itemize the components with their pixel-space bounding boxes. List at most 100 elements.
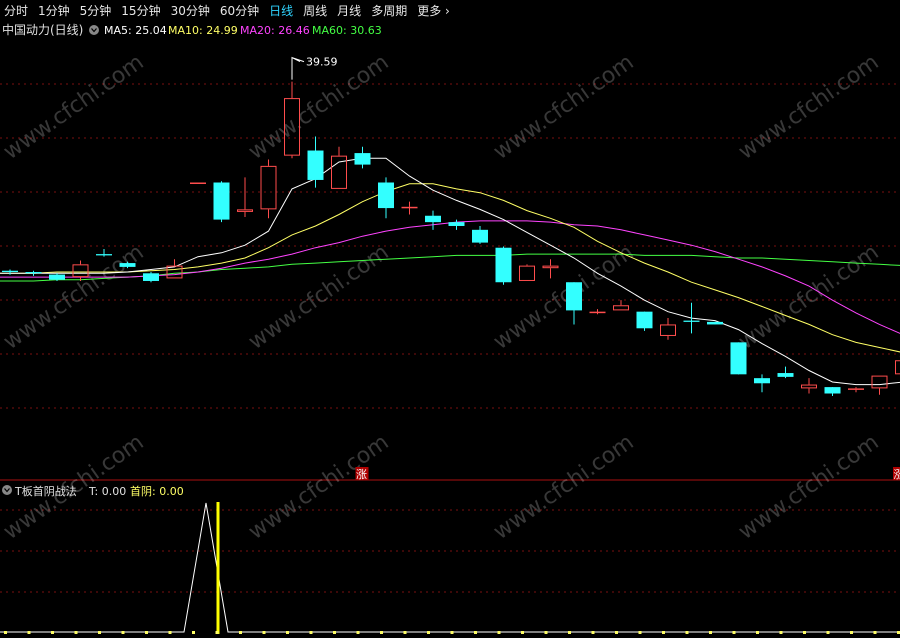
candle-38[interactable] (895, 356, 900, 375)
candle-13[interactable] (307, 136, 324, 188)
first-yin-dot-9 (215, 631, 219, 634)
candle-14[interactable] (331, 146, 347, 189)
first-yin-dot-10 (239, 631, 242, 634)
first-yin-dot-14 (333, 631, 336, 634)
first-yin-dot-28 (662, 631, 665, 634)
watermark-text-4: www.cfchi.com (0, 240, 149, 355)
first-yin-dot-31 (732, 631, 736, 634)
candle-25[interactable] (589, 309, 606, 315)
first-yin-dot-6 (145, 631, 148, 634)
candle-11[interactable] (260, 159, 277, 219)
candle-20[interactable] (472, 225, 488, 244)
first-yin-dot-25 (591, 631, 595, 634)
candle-35[interactable] (824, 387, 841, 397)
watermark-text-3: www.cfchi.com (734, 50, 883, 165)
candle-34[interactable] (801, 378, 817, 394)
kline-chart[interactable]: www.cfchi.com www.cfchi.com www.cfchi.com w… (0, 0, 900, 638)
candle-1[interactable] (25, 270, 42, 276)
high-price-annotation: 39.59 (291, 56, 338, 80)
limit-up-badge: 涨 (355, 467, 369, 481)
first-yin-dot-19 (450, 631, 454, 634)
first-yin-dot-30 (709, 631, 712, 634)
candle-29[interactable] (683, 302, 700, 334)
first-yin-signal-bar (216, 502, 220, 634)
first-yin-dot-34 (803, 631, 806, 634)
first-yin-dot-0 (4, 631, 7, 634)
candle-31[interactable] (730, 342, 747, 375)
limit-up-badge-right: 涨 (893, 467, 900, 481)
first-yin-dot-26 (615, 631, 618, 634)
candle-8[interactable] (190, 182, 206, 185)
candle-9[interactable] (213, 181, 230, 223)
first-yin-dot-35 (826, 631, 830, 634)
first-yin-dot-37 (873, 631, 877, 634)
candle-22[interactable] (519, 264, 535, 281)
candle-15[interactable] (354, 146, 371, 169)
first-yin-dot-29 (685, 631, 689, 634)
first-yin-dot-16 (380, 631, 383, 634)
candle-23[interactable] (542, 259, 559, 279)
candle-32[interactable] (754, 374, 770, 393)
ma-legend-1: MA10: 24.99 (168, 24, 238, 37)
first-yin-dot-24 (568, 631, 571, 634)
first-yin-dot-1 (27, 631, 31, 634)
circle-chevron-down-icon[interactable] (2, 485, 12, 495)
candle-33[interactable] (777, 366, 794, 379)
first-yin-dot-4 (98, 631, 101, 634)
candle-4[interactable] (96, 249, 112, 257)
candle-17[interactable] (401, 201, 418, 215)
first-yin-dot-8 (192, 631, 195, 634)
first-yin-dot-11 (262, 631, 266, 634)
first-yin-dot-3 (74, 631, 78, 634)
first-yin-dot-32 (756, 631, 759, 634)
candle-28[interactable] (660, 318, 676, 340)
ma-legend-3: MA60: 30.63 (312, 24, 382, 37)
first-yin-dot-20 (474, 631, 477, 634)
first-yin-dot-22 (521, 631, 524, 634)
indicator-t-value: T: 0.00 (88, 485, 126, 498)
instrument-title: 中国动力(日线) (2, 22, 83, 37)
candle-10[interactable] (237, 177, 253, 218)
candle-6[interactable] (143, 272, 159, 283)
circle-chevron-down-icon[interactable] (89, 25, 99, 35)
first-yin-dot-18 (427, 631, 430, 634)
candle-21[interactable] (495, 246, 512, 285)
ma-legend-0: MA5: 25.04 (104, 24, 167, 37)
watermark-text-0: www.cfchi.com (0, 50, 149, 165)
high-price-label: 39.59 (306, 56, 338, 69)
indicator-first-yin-value: 首阴: 0.00 (130, 484, 184, 498)
candle-24[interactable] (566, 282, 582, 325)
watermark-text-5: www.cfchi.com (244, 240, 393, 355)
main-legend: 中国动力(日线) MA5: 25.04 MA10: 24.99 MA20: 26.46… (2, 22, 382, 37)
watermark-text-10: www.cfchi.com (489, 430, 638, 545)
svg-text:涨: 涨 (356, 468, 367, 481)
first-yin-dot-15 (356, 631, 360, 634)
watermark-text-11: www.cfchi.com (734, 430, 883, 545)
first-yin-dot-5 (121, 631, 125, 634)
first-yin-dot-17 (403, 631, 407, 634)
watermark-text-2: www.cfchi.com (489, 50, 638, 165)
candle-30[interactable] (707, 321, 723, 325)
first-yin-dot-21 (497, 631, 501, 634)
first-yin-dot-23 (544, 631, 548, 634)
first-yin-dot-2 (51, 631, 54, 634)
candle-26[interactable] (613, 300, 629, 311)
watermark-text-7: www.cfchi.com (734, 240, 883, 355)
candle-36[interactable] (848, 387, 864, 393)
candle-37[interactable] (871, 375, 888, 395)
indicator-title: T板首阴战法 (14, 484, 77, 498)
first-yin-dot-36 (850, 631, 853, 634)
candle-0[interactable] (2, 269, 18, 275)
candle-27[interactable] (636, 311, 653, 331)
first-yin-dot-12 (286, 631, 289, 634)
ma-legend-2: MA20: 26.46 (240, 24, 310, 37)
watermark-layer: www.cfchi.com www.cfchi.com www.cfchi.com w… (0, 50, 884, 545)
watermark-text-6: www.cfchi.com (489, 240, 638, 355)
first-yin-dot-33 (779, 631, 783, 634)
first-yin-dot-7 (168, 631, 172, 634)
first-yin-dot-13 (309, 631, 313, 634)
svg-text:涨: 涨 (894, 468, 900, 481)
candle-18[interactable] (425, 210, 441, 230)
candle-19[interactable] (448, 219, 465, 230)
candle-16[interactable] (378, 177, 394, 219)
